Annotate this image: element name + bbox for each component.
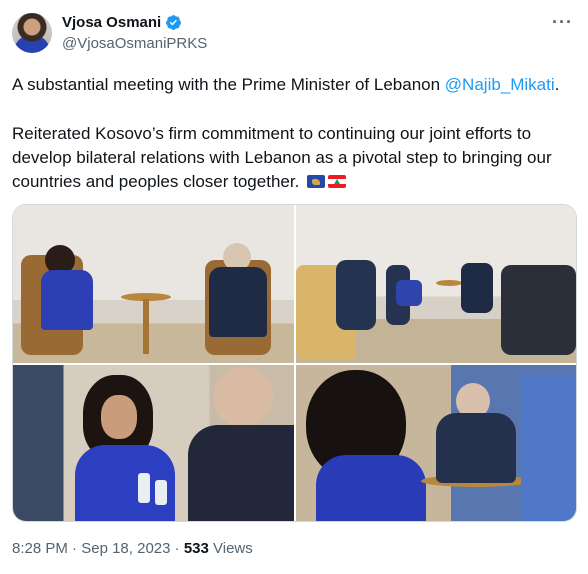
tweet-meta: 8:28 PM · Sep 18, 2023 · 533 Views	[12, 540, 253, 557]
mention-link[interactable]: @Najib_Mikati	[445, 75, 555, 94]
photo-4[interactable]	[296, 365, 576, 521]
lebanon-flag-icon	[328, 175, 347, 188]
meta-separator-2: ·	[174, 540, 180, 557]
photo-3[interactable]	[13, 365, 294, 521]
tweet-date[interactable]: Sep 18, 2023	[81, 540, 170, 557]
media-grid	[12, 204, 577, 522]
person-suit-shape	[209, 267, 267, 337]
person-suit-shape	[336, 260, 376, 330]
tweet-text-line1: A substantial meeting with the Prime Min…	[12, 73, 578, 97]
person-dress-shape	[396, 280, 422, 306]
tweet-text-start: A substantial meeting with the Prime Min…	[12, 75, 445, 94]
person-dress-shape	[316, 455, 426, 521]
background-seats-shape	[521, 375, 576, 521]
water-bottle-shape-2	[155, 480, 167, 505]
author-name-row[interactable]: Vjosa Osmani	[62, 14, 182, 31]
person-dress-shape	[41, 270, 93, 330]
photo-1[interactable]	[13, 205, 294, 363]
tweet-paragraph2: Reiterated Kosovo’s firm commitment to c…	[12, 124, 552, 191]
person-suit-shape-3	[461, 263, 493, 313]
table-leg-shape	[143, 299, 149, 354]
author-display-name[interactable]: Vjosa Osmani	[62, 14, 161, 31]
meta-separator: ·	[72, 540, 78, 557]
author-avatar[interactable]	[12, 13, 52, 53]
person-suit-shape	[188, 425, 294, 521]
verified-badge-icon	[166, 15, 182, 30]
author-handle[interactable]: @VjosaOsmaniPRKS	[62, 35, 207, 52]
photo-2[interactable]	[296, 205, 576, 363]
person-face-shape	[101, 395, 137, 439]
kosovo-flag-icon	[307, 175, 326, 188]
views-count: 533	[183, 540, 209, 557]
person-suit-shape	[436, 413, 516, 483]
views-label: Views	[213, 540, 253, 557]
table-shape	[436, 280, 462, 286]
group-shape	[501, 265, 576, 355]
tweet-text-end: .	[554, 75, 560, 94]
water-bottle-shape	[138, 473, 150, 503]
tweet-time[interactable]: 8:28 PM	[12, 540, 68, 557]
tweet-card: Vjosa Osmani @VjosaOsmaniPRKS ··· A subs…	[0, 0, 588, 574]
person-head-shape	[213, 367, 273, 427]
tweet-text-paragraph: Reiterated Kosovo’s firm commitment to c…	[12, 122, 578, 194]
more-options-icon[interactable]: ···	[552, 12, 573, 33]
